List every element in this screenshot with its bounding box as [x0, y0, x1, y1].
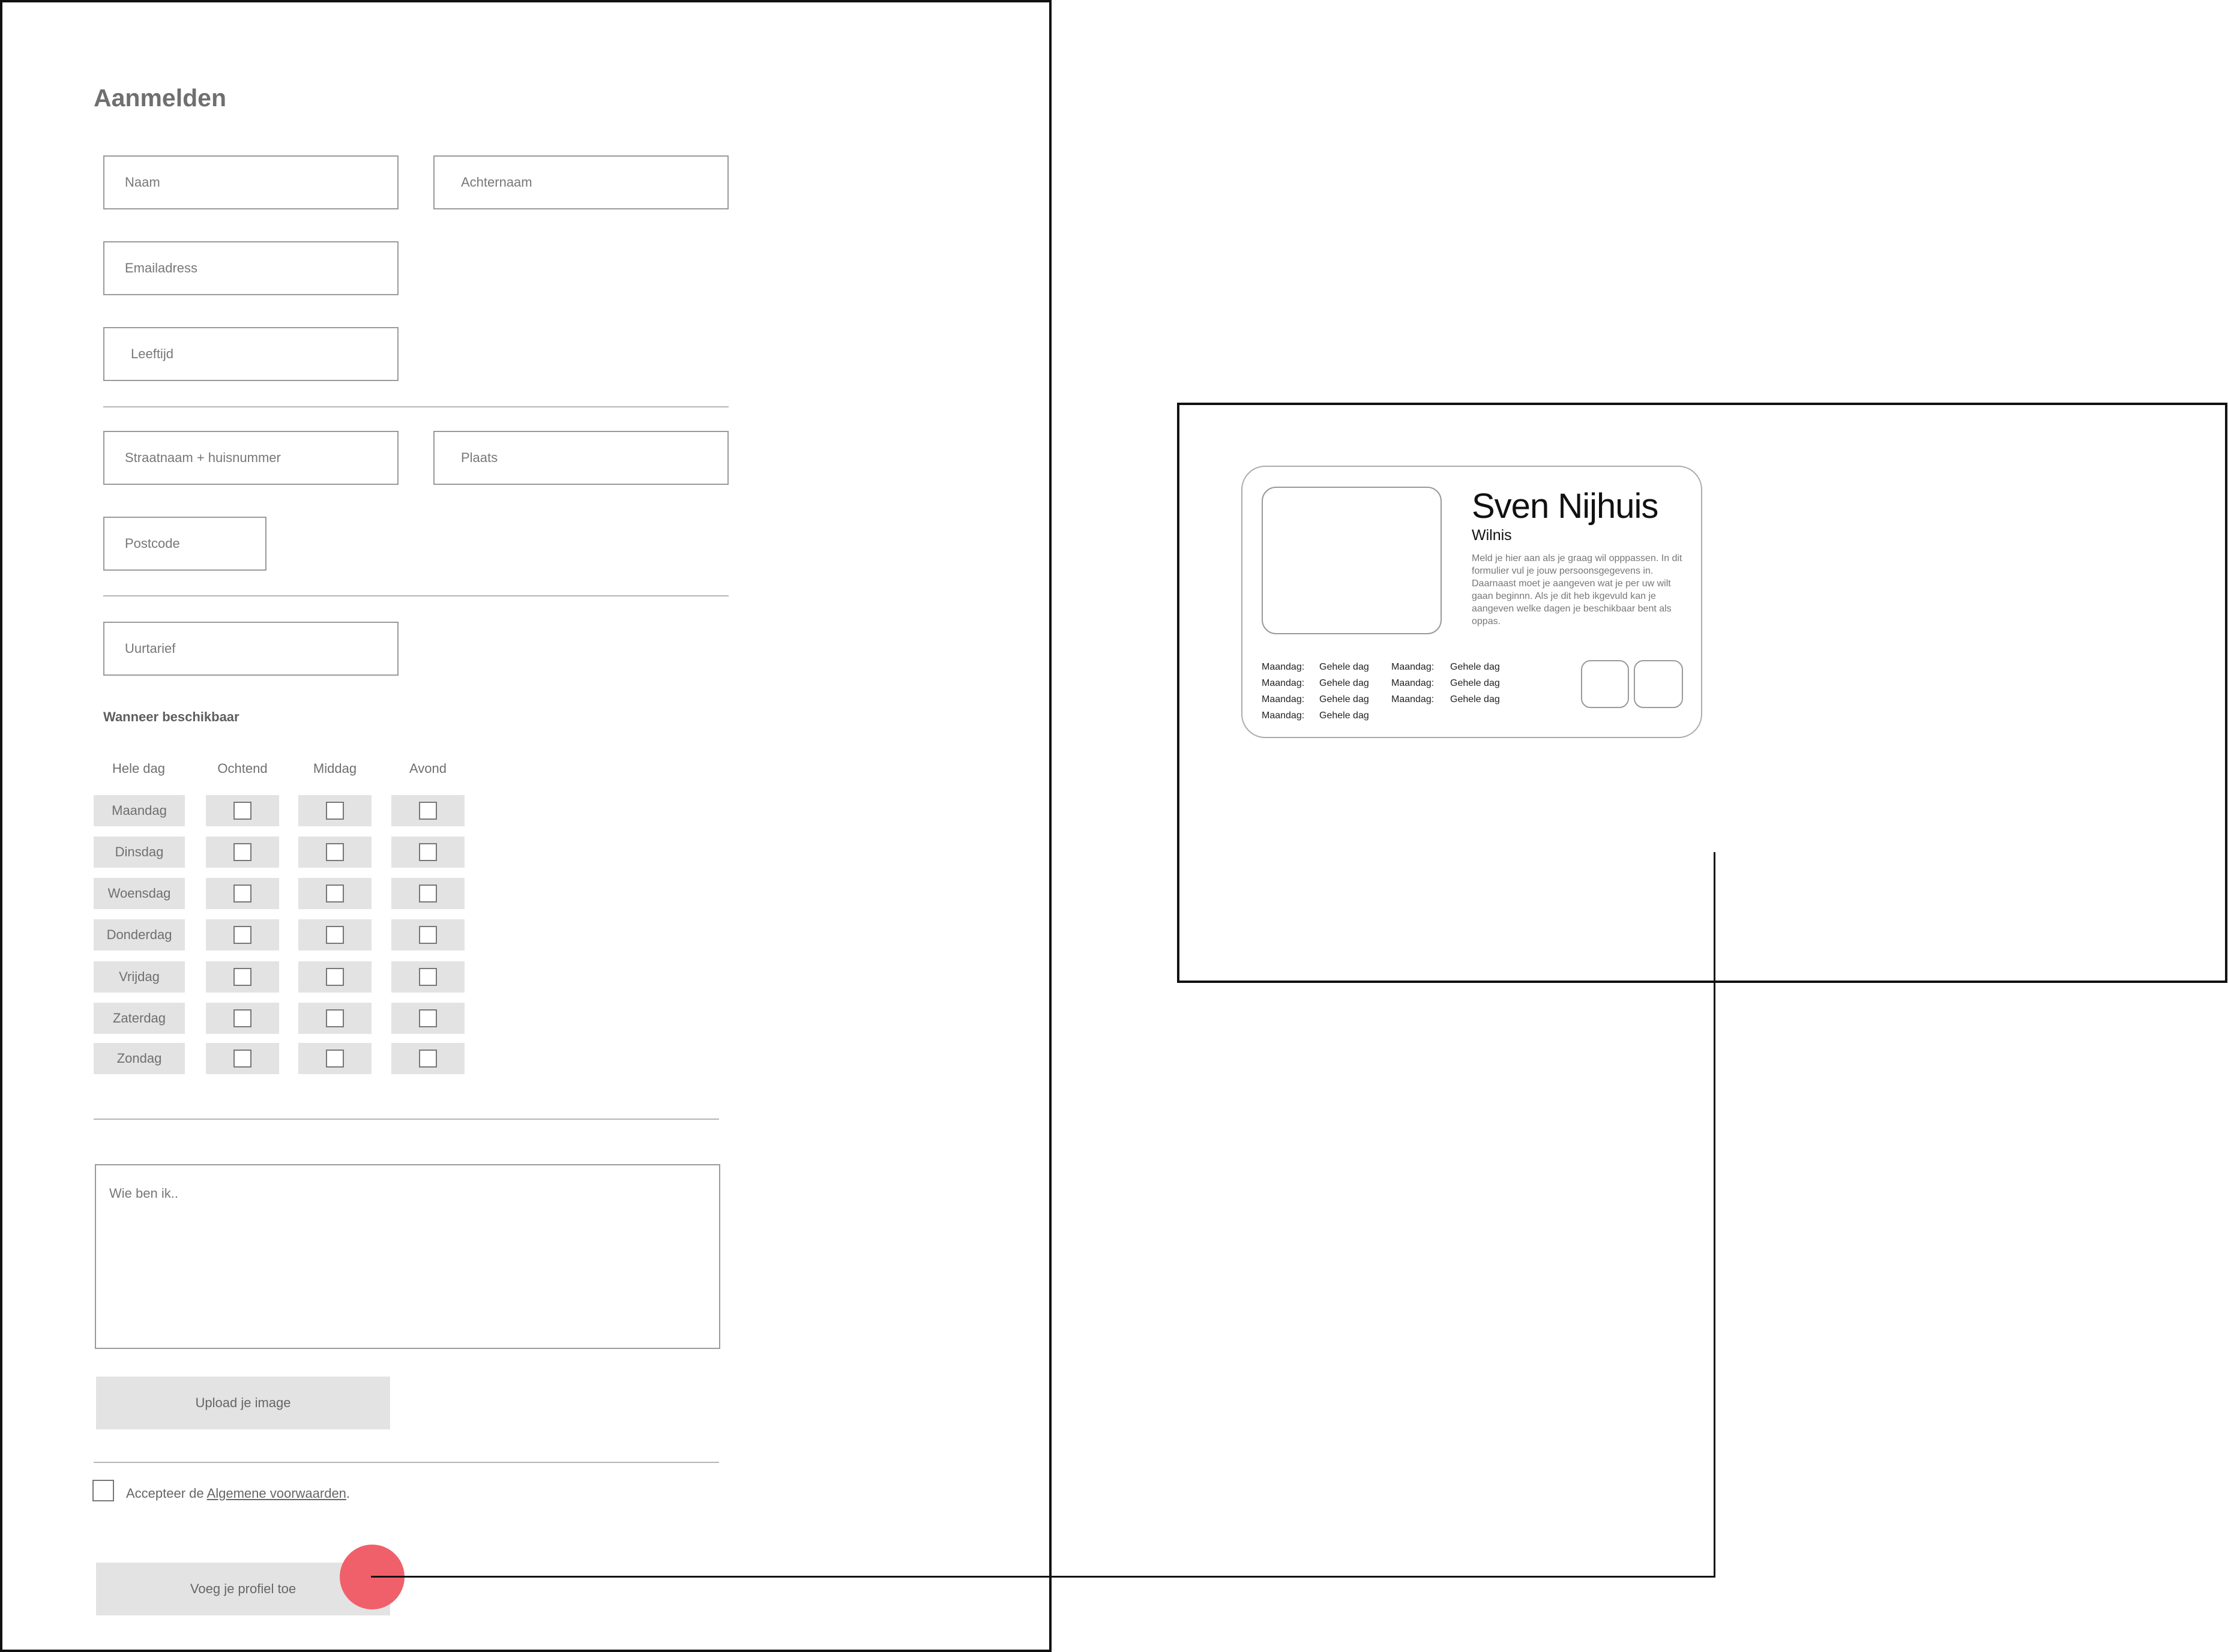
schedule-day: Maandag:: [1262, 662, 1305, 672]
divider: [94, 1119, 719, 1120]
availability-label: Wanneer beschikbaar: [103, 709, 239, 724]
day-label-zondag: Zondag: [94, 1043, 185, 1074]
col-header-avond: Avond: [409, 761, 447, 776]
availability-cell-ochtend: [206, 837, 279, 868]
availability-cell-middag: [298, 878, 372, 909]
availability-cell-middag: [298, 795, 372, 826]
availability-cell-middag: [298, 919, 372, 951]
availability-checkbox[interactable]: [419, 1009, 437, 1027]
availability-checkbox[interactable]: [233, 1009, 251, 1027]
availability-checkbox[interactable]: [233, 885, 251, 903]
availability-checkbox[interactable]: [233, 802, 251, 820]
schedule-time: Gehele dag: [1319, 694, 1369, 704]
schedule-time: Gehele dag: [1450, 662, 1500, 672]
availability-checkbox[interactable]: [326, 1009, 344, 1027]
schedule-day: Maandag:: [1262, 710, 1305, 721]
availability-checkbox[interactable]: [419, 926, 437, 944]
terms-prefix: Accepteer de: [126, 1486, 204, 1501]
profile-photo: [1262, 487, 1442, 634]
schedule-time: Gehele dag: [1319, 662, 1369, 672]
day-label-donderdag: Donderdag: [94, 919, 185, 951]
availability-checkbox[interactable]: [419, 843, 437, 861]
availability-cell-avond: [391, 919, 465, 951]
achternaam-input[interactable]: Achternaam: [433, 155, 729, 209]
naam-input[interactable]: Naam: [103, 155, 399, 209]
divider: [103, 595, 729, 596]
uurtarief-input[interactable]: Uurtarief: [103, 622, 399, 676]
divider: [94, 1462, 719, 1463]
schedule-day: Maandag:: [1262, 694, 1305, 704]
col-header-ochtend: Ochtend: [217, 761, 268, 776]
availability-checkbox[interactable]: [326, 843, 344, 861]
availability-checkbox[interactable]: [233, 926, 251, 944]
availability-cell-ochtend: [206, 919, 279, 951]
terms-label: Accepteer de Algemene voorwaarden.: [126, 1486, 350, 1501]
terms-checkbox[interactable]: [92, 1480, 114, 1501]
availability-cell-avond: [391, 795, 465, 826]
schedule-time: Gehele dag: [1319, 678, 1369, 688]
day-label-maandag: Maandag: [94, 795, 185, 826]
availability-cell-avond: [391, 961, 465, 993]
plaats-input[interactable]: Plaats: [433, 431, 729, 485]
availability-cell-ochtend: [206, 795, 279, 826]
availability-cell-middag: [298, 837, 372, 868]
divider: [103, 406, 729, 407]
schedule-time: Gehele dag: [1319, 710, 1369, 721]
availability-cell-middag: [298, 1003, 372, 1034]
schedule-time: Gehele dag: [1450, 694, 1500, 704]
availability-checkbox[interactable]: [233, 968, 251, 986]
availability-cell-avond: [391, 837, 465, 868]
profile-name: Sven Nijhuis: [1472, 487, 1658, 526]
page-title: Aanmelden: [94, 84, 226, 112]
contact-icon-button[interactable]: [1581, 660, 1629, 708]
availability-cell-middag: [298, 1043, 372, 1074]
availability-cell-ochtend: [206, 1043, 279, 1074]
availability-checkbox[interactable]: [419, 1050, 437, 1068]
leeftijd-input[interactable]: Leeftijd: [103, 327, 399, 381]
profile-city: Wilnis: [1472, 527, 1512, 544]
straat-input[interactable]: Straatnaam + huisnummer: [103, 431, 399, 485]
availability-checkbox[interactable]: [233, 1050, 251, 1068]
day-label-zaterdag: Zaterdag: [94, 1003, 185, 1034]
postcode-input[interactable]: Postcode: [103, 517, 266, 571]
availability-checkbox[interactable]: [419, 968, 437, 986]
share-icon-button[interactable]: [1634, 660, 1683, 708]
flow-line-horizontal: [371, 1576, 1715, 1578]
availability-checkbox[interactable]: [326, 885, 344, 903]
schedule-time: Gehele dag: [1450, 678, 1500, 688]
availability-checkbox[interactable]: [326, 1050, 344, 1068]
schedule-day: Maandag:: [1391, 662, 1435, 672]
schedule-day: Maandag:: [1391, 678, 1435, 688]
terms-suffix: .: [346, 1486, 351, 1501]
email-input[interactable]: Emailadress: [103, 241, 399, 295]
availability-checkbox[interactable]: [326, 802, 344, 820]
availability-cell-ochtend: [206, 961, 279, 993]
availability-cell-avond: [391, 878, 465, 909]
availability-checkbox[interactable]: [233, 843, 251, 861]
availability-cell-middag: [298, 961, 372, 993]
availability-checkbox[interactable]: [326, 926, 344, 944]
upload-image-button[interactable]: Upload je image: [96, 1377, 390, 1429]
terms-link[interactable]: Algemene voorwaarden: [207, 1486, 346, 1501]
schedule-day: Maandag:: [1391, 694, 1435, 704]
availability-cell-ochtend: [206, 1003, 279, 1034]
availability-checkbox[interactable]: [326, 968, 344, 986]
availability-checkbox[interactable]: [419, 885, 437, 903]
day-label-woensdag: Woensdag: [94, 878, 185, 909]
availability-cell-avond: [391, 1043, 465, 1074]
availability-cell-ochtend: [206, 878, 279, 909]
schedule-day: Maandag:: [1262, 678, 1305, 688]
day-label-dinsdag: Dinsdag: [94, 837, 185, 868]
availability-cell-avond: [391, 1003, 465, 1034]
about-textarea[interactable]: Wie ben ik..: [95, 1164, 720, 1349]
col-header-hele-dag: Hele dag: [112, 761, 166, 776]
availability-checkbox[interactable]: [419, 802, 437, 820]
col-header-middag: Middag: [313, 761, 357, 776]
profile-description: Meld je hier aan als je graag wil opppas…: [1472, 553, 1682, 626]
day-label-vrijdag: Vrijdag: [94, 961, 185, 993]
